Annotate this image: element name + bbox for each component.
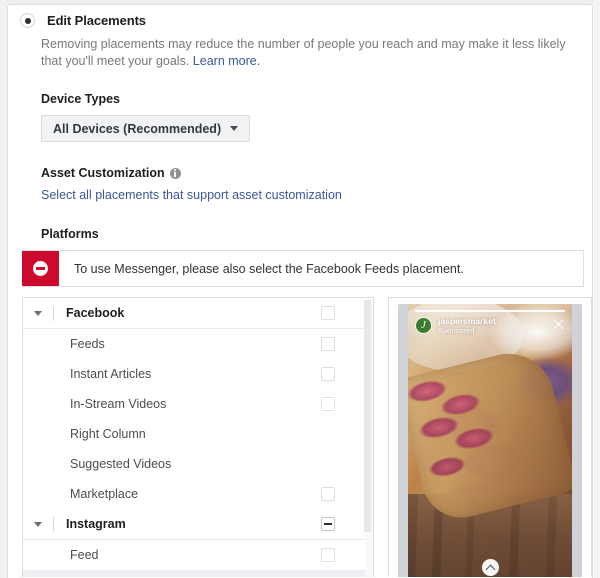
error-block-icon <box>22 251 59 286</box>
asset-customization-label-text: Asset Customization <box>41 166 165 180</box>
screenshot-root: Edit Placements Removing placements may … <box>0 0 600 578</box>
placement-item-label: Right Column <box>70 427 146 441</box>
story-account-name: jaspersmarket <box>438 316 496 326</box>
placement-item-feed[interactable]: Feed <box>23 540 367 570</box>
device-types-value: All Devices (Recommended) <box>53 121 222 136</box>
placement-item-instant-articles-checkbox[interactable] <box>321 367 335 381</box>
ad-preview-panel: jaspersmarket Sponsored Learn More ••• <box>388 297 592 577</box>
edit-placements-panel: Edit Placements Removing placements may … <box>8 5 592 577</box>
placement-group-facebook[interactable]: Facebook <box>23 298 367 329</box>
story-cta[interactable]: Learn More <box>408 559 572 577</box>
device-types-label-text: Device Types <box>41 92 120 106</box>
placement-group-instagram-checkbox[interactable] <box>321 517 335 531</box>
info-icon[interactable] <box>169 167 181 179</box>
placement-item-feed-checkbox[interactable] <box>321 548 335 562</box>
page-title: Edit Placements <box>47 13 146 28</box>
placement-item-marketplace-checkbox[interactable] <box>321 487 335 501</box>
placements-description: Removing placements may reduce the numbe… <box>41 36 581 70</box>
page-edge-left <box>0 0 7 578</box>
placement-item-in-stream-videos-checkbox[interactable] <box>321 397 335 411</box>
placements-split: Facebook Feeds Instant Articles In-Stream V… <box>22 297 592 577</box>
group-divider <box>53 516 54 532</box>
story-progress-fill <box>415 310 565 312</box>
platforms-label: Platforms <box>41 227 592 241</box>
placements-scrollbar-track[interactable] <box>364 299 372 577</box>
asset-customization-label: Asset Customization <box>41 166 592 180</box>
placement-item-feeds-checkbox-slot[interactable] <box>321 337 367 351</box>
placement-item-instant-articles[interactable]: Instant Articles <box>23 359 367 389</box>
instagram-story-preview: jaspersmarket Sponsored Learn More ••• <box>408 304 572 577</box>
device-types-dropdown[interactable]: All Devices (Recommended) <box>41 115 251 142</box>
preview-device-frame: jaspersmarket Sponsored Learn More ••• <box>398 304 582 577</box>
placement-item-label: Marketplace <box>70 487 139 501</box>
edit-placements-radio[interactable] <box>20 13 35 28</box>
page-edge-right <box>594 0 600 578</box>
placements-scrollbar-thumb[interactable] <box>364 300 371 532</box>
placement-item-feed-checkbox-slot[interactable] <box>321 548 367 562</box>
chevron-down-icon[interactable] <box>34 310 42 316</box>
edit-placements-header[interactable]: Edit Placements <box>8 5 592 28</box>
placement-group-label: Instagram <box>66 517 126 531</box>
chevron-down-icon[interactable] <box>34 521 42 527</box>
placement-group-facebook-checkbox-slot[interactable] <box>321 306 367 320</box>
placements-list-panel: Facebook Feeds Instant Articles In-Stream V… <box>22 297 374 577</box>
placement-item-marketplace[interactable]: Marketplace <box>23 479 367 509</box>
close-icon[interactable] <box>552 318 565 331</box>
block-glyph <box>33 261 48 276</box>
placement-group-instagram-checkbox-slot[interactable] <box>321 517 367 531</box>
story-progress-bar <box>415 310 565 312</box>
placement-item-right-column[interactable]: Right Column <box>23 419 367 449</box>
placement-item-label: Feeds <box>70 337 105 351</box>
messenger-error-banner: To use Messenger, please also select the… <box>22 250 584 287</box>
description-text: Removing placements may reduce the numbe… <box>41 37 566 68</box>
placement-item-in-stream-videos[interactable]: In-Stream Videos <box>23 389 367 419</box>
placement-item-suggested-videos[interactable]: Suggested Videos <box>23 449 367 479</box>
chevron-down-icon <box>230 126 239 131</box>
device-types-label: Device Types <box>41 92 592 106</box>
placement-item-in-stream-videos-checkbox-slot[interactable] <box>321 397 367 411</box>
placement-item-label: Instant Articles <box>70 367 152 381</box>
placement-group-instagram[interactable]: Instagram <box>23 509 367 540</box>
placement-group-facebook-checkbox[interactable] <box>321 306 335 320</box>
placement-item-label: Feed <box>70 548 99 562</box>
story-account-block: jaspersmarket Sponsored <box>438 317 496 335</box>
chevron-up-icon[interactable] <box>481 559 499 576</box>
select-all-asset-customization-link[interactable]: Select all placements that support asset… <box>41 188 342 202</box>
placement-item-label: In-Stream Videos <box>70 397 167 411</box>
placement-item-instant-articles-checkbox-slot[interactable] <box>321 367 367 381</box>
banner-message: To use Messenger, please also select the… <box>74 261 464 276</box>
learn-more-link[interactable]: Learn more. <box>193 54 260 68</box>
avatar <box>415 317 432 335</box>
platforms-label-text: Platforms <box>41 227 99 241</box>
group-divider <box>53 305 54 321</box>
placement-item-stories[interactable]: Stories <box>23 570 367 577</box>
placement-group-label: Facebook <box>66 306 125 320</box>
placements-rows: Facebook Feeds Instant Articles In-Stream V… <box>23 298 367 577</box>
story-header: jaspersmarket Sponsored <box>415 317 565 335</box>
placement-item-marketplace-checkbox-slot[interactable] <box>321 487 367 501</box>
placement-item-feeds[interactable]: Feeds <box>23 329 367 359</box>
placement-item-feeds-checkbox[interactable] <box>321 337 335 351</box>
story-sponsored-label: Sponsored <box>438 325 475 335</box>
placement-item-label: Suggested Videos <box>70 457 172 471</box>
